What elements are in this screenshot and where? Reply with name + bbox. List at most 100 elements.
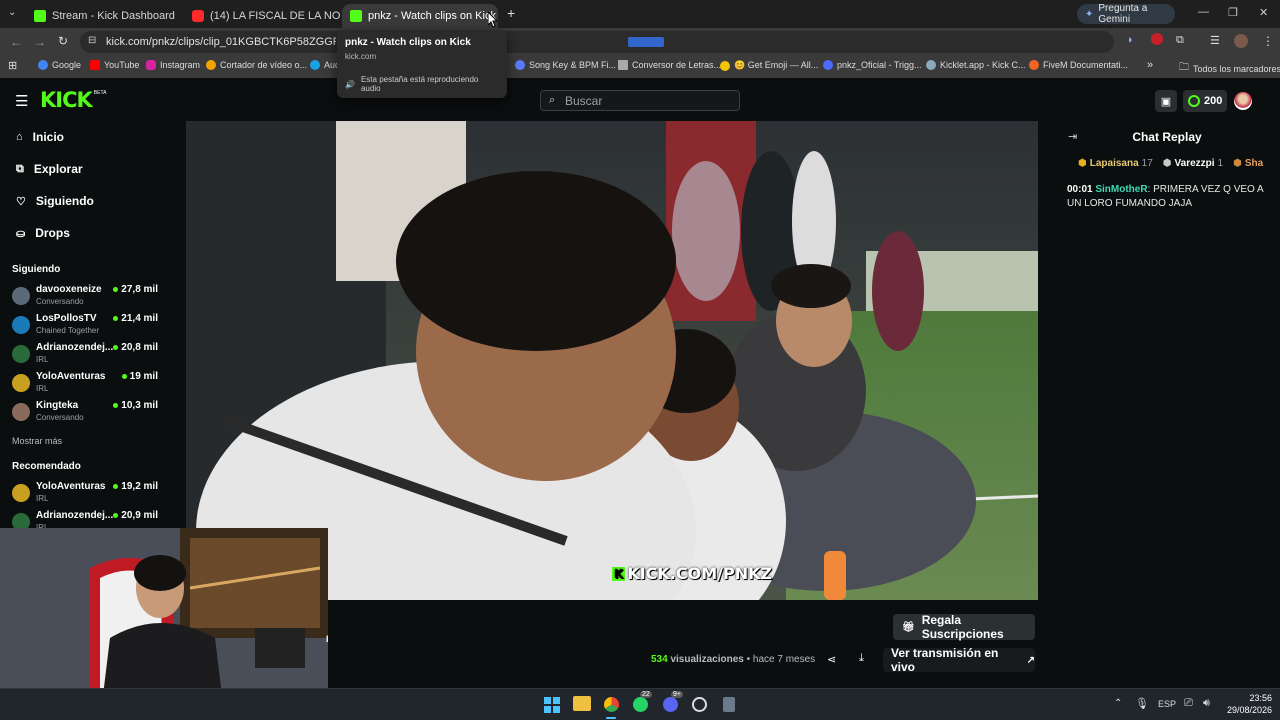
- apps-grid-icon[interactable]: ⊞: [8, 59, 17, 72]
- nav-explorar[interactable]: ⧉ Explorar: [16, 162, 83, 176]
- language-indicator[interactable]: ESP: [1158, 699, 1176, 709]
- gifter-item[interactable]: ⬢ Varezzpi 1: [1163, 158, 1223, 169]
- extension-red-icon[interactable]: [1151, 33, 1163, 45]
- message-user[interactable]: SinMotheR: [1095, 184, 1147, 195]
- kick-points-button[interactable]: 200: [1183, 90, 1227, 112]
- reading-list-icon[interactable]: ☰: [1210, 34, 1220, 47]
- menu-dots-icon[interactable]: ⋮: [1262, 34, 1274, 48]
- user-avatar[interactable]: [1234, 92, 1252, 110]
- start-button[interactable]: [544, 697, 560, 713]
- channel-item[interactable]: YoloAventuras IRL 19 mil: [12, 371, 162, 397]
- tray-chevron-icon[interactable]: ⌃: [1114, 698, 1122, 709]
- windows-logo-icon: [544, 706, 551, 713]
- forward-icon[interactable]: →: [34, 35, 46, 49]
- whatsapp-icon[interactable]: [633, 697, 648, 712]
- site-info-icon[interactable]: ⊟: [88, 35, 96, 46]
- extension-wave-icon[interactable]: ◗: [1127, 34, 1134, 46]
- kick-logo[interactable]: KICK BETA: [40, 88, 106, 112]
- minimize-button[interactable]: —: [1198, 6, 1209, 18]
- new-tab-button[interactable]: +: [507, 5, 515, 21]
- clip-stats: 534 visualizaciones • hace 7 meses: [651, 654, 815, 665]
- tab-youtube[interactable]: (14) LA FISCAL DE LA NOCHE - ✕: [184, 4, 340, 28]
- gemini-button[interactable]: ✦ Pregunta a Gemini: [1077, 3, 1175, 25]
- tab-kick-dashboard[interactable]: Stream - Kick Dashboard ✕: [26, 4, 182, 28]
- download-icon[interactable]: ⤓: [859, 652, 864, 665]
- tab-search-icon[interactable]: ⌄: [8, 7, 16, 18]
- back-icon[interactable]: ←: [10, 35, 22, 49]
- all-bookmarks-folder[interactable]: 🗀 Todos los marcadores: [1179, 60, 1280, 77]
- kick-watermark: K KICK.COM/PNKZ: [612, 564, 772, 583]
- clips-button[interactable]: ▣: [1155, 90, 1177, 112]
- microphone-icon[interactable]: 🎙︎: [1135, 697, 1149, 710]
- gifter-count: 17: [1141, 158, 1153, 169]
- gift-subs-button[interactable]: 🎁︎ Regala Suscripciones: [893, 613, 1035, 641]
- extensions-puzzle-icon[interactable]: ⧉: [1176, 34, 1184, 47]
- chrome-active-indicator: [606, 717, 616, 719]
- chrome-icon[interactable]: [603, 696, 620, 713]
- hamburger-menu-icon[interactable]: ☰: [15, 92, 28, 110]
- bookmark-conversor[interactable]: Conversor de Letras...: [618, 60, 721, 70]
- channel-item[interactable]: LosPollosTV Chained Together 21,4 mil: [12, 313, 162, 339]
- points-value: 200: [1204, 95, 1223, 107]
- bookmark-kicklet[interactable]: Kicklet.app - Kick C...: [926, 60, 1026, 70]
- calculator-icon[interactable]: [723, 697, 735, 712]
- network-icon[interactable]: ⎚: [1184, 697, 1193, 710]
- obs-icon[interactable]: [692, 697, 707, 712]
- bookmark-cortador[interactable]: Cortador de vídeo o...: [206, 60, 307, 70]
- viewer-count: 19 mil: [122, 371, 158, 382]
- tooltip-audio-row: 🔊 Esta pestaña está reproduciendo audio: [345, 75, 499, 93]
- bookmark-songkey[interactable]: Song Key & BPM Fi...: [515, 60, 616, 70]
- channel-item[interactable]: Adrianozendej... IRL 20,8 mil: [12, 342, 162, 368]
- nav-inicio[interactable]: ⌂ Inicio: [16, 130, 64, 144]
- home-icon: ⌂: [16, 131, 23, 143]
- clock[interactable]: 23:56 29/08/2026: [1222, 692, 1272, 716]
- views-label: visualizaciones: [670, 654, 744, 665]
- tab-title: Stream - Kick Dashboard: [52, 10, 175, 22]
- nav-label: Siguiendo: [35, 194, 94, 208]
- youtube-icon: [90, 60, 100, 70]
- more-bookmarks-icon[interactable]: »: [1147, 59, 1153, 71]
- instagram-icon: [146, 60, 156, 70]
- windows-logo-icon: [553, 706, 560, 713]
- close-icon[interactable]: ✕: [181, 10, 182, 23]
- clips-icon: ▣: [1160, 95, 1172, 108]
- show-more-link[interactable]: Mostrar más: [12, 436, 62, 446]
- reload-icon[interactable]: ↻: [58, 34, 68, 48]
- bookmark-aud[interactable]: Aud: [310, 60, 340, 70]
- channel-name: Adrianozendej...: [36, 342, 114, 353]
- viewer-count: 19,2 mil: [113, 481, 158, 492]
- gifter-item[interactable]: ⬢ Lapaisana 17: [1078, 158, 1153, 169]
- bookmark-instagram[interactable]: Instagram: [146, 60, 200, 70]
- windows-logo-icon: [544, 697, 551, 704]
- discord-icon[interactable]: [663, 697, 678, 712]
- bookmark-google[interactable]: Google: [38, 60, 81, 70]
- bookmark-getemoji[interactable]: 😊 Get Emoji — All...: [720, 60, 818, 71]
- file-explorer-icon[interactable]: [573, 696, 591, 711]
- close-window-button[interactable]: ✕: [1259, 6, 1268, 19]
- tab-hover-card: pnkz - Watch clips on Kick kick.com 🔊 Es…: [337, 30, 507, 98]
- channel-item[interactable]: Kingteka Conversando 10,3 mil: [12, 400, 162, 426]
- channel-name: YoloAventuras: [36, 371, 106, 382]
- speaker-icon: 🔊: [345, 79, 355, 89]
- songkey-icon: [515, 60, 525, 70]
- windows-taskbar: 22 9+ ⌃ 🎙︎ ESP ⎚ 🔊︎ 23:56 29/08/2026: [0, 688, 1280, 720]
- nav-drops[interactable]: ⛀ Drops: [16, 226, 70, 240]
- search-input[interactable]: ⌕ Buscar: [540, 90, 740, 111]
- nav-siguiendo[interactable]: ♡ Siguiendo: [16, 194, 94, 208]
- tooltip-title: pnkz - Watch clips on Kick: [345, 37, 471, 48]
- bookmark-fivem[interactable]: FiveM Documentati...: [1029, 60, 1128, 70]
- channel-item[interactable]: YoloAventuras IRL 19,2 mil: [12, 481, 162, 507]
- restore-button[interactable]: ❐: [1228, 6, 1238, 19]
- share-icon[interactable]: ⋖: [827, 653, 836, 666]
- tab-pnkz-clips[interactable]: pnkz - Watch clips on Kick 🔊 ✕: [342, 4, 498, 28]
- address-bar[interactable]: ⊟ kick.com/pnkz/clips/clip_01KGBCTK6P58Z…: [80, 31, 1114, 53]
- profile-avatar[interactable]: [1234, 34, 1248, 48]
- volume-icon[interactable]: 🔊︎: [1203, 697, 1210, 710]
- gifter-item[interactable]: ⬢ Sha: [1233, 158, 1263, 169]
- bookmark-youtube[interactable]: YouTube: [90, 60, 139, 70]
- channel-item[interactable]: davooxeneize Conversando 27,8 mil: [12, 284, 162, 310]
- bookmark-trigg[interactable]: pnkz_Oficial - Trigg...: [823, 60, 922, 70]
- search-placeholder: Buscar: [565, 93, 603, 108]
- heart-icon: ♡: [16, 195, 26, 208]
- watch-live-button[interactable]: Ver transmisión en vivo ↗: [883, 646, 1035, 674]
